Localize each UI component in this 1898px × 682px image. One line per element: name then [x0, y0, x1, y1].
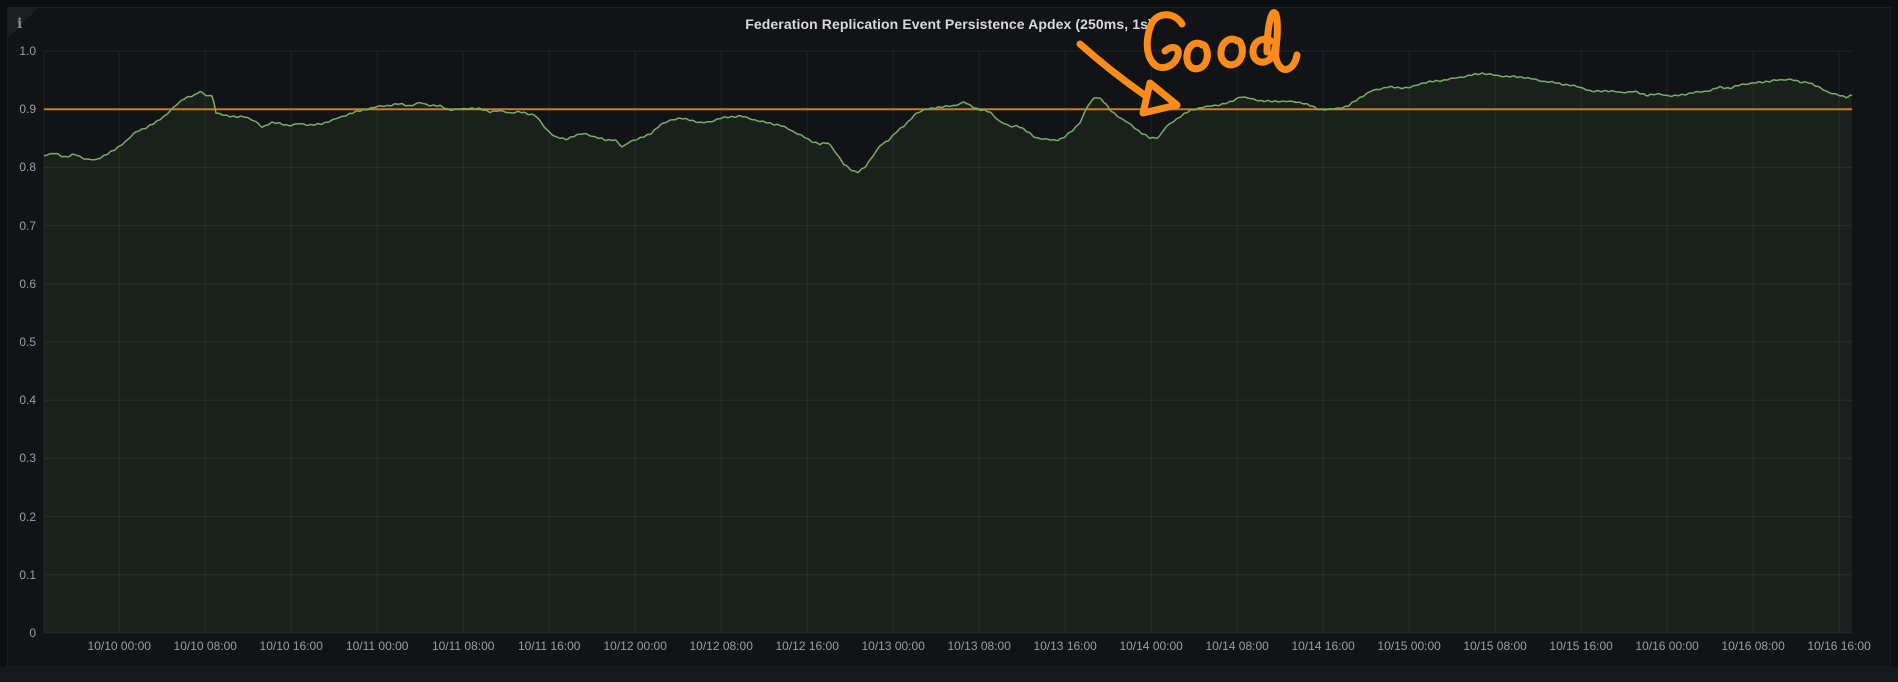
y-tick-label: 0.1: [0, 568, 36, 582]
timeseries-chart[interactable]: [0, 0, 1898, 682]
y-tick-label: 0.2: [0, 510, 36, 524]
y-tick-label: 0.6: [0, 277, 36, 291]
y-tick-label: 0.8: [0, 160, 36, 174]
y-tick-label: 0: [0, 626, 36, 640]
y-tick-label: 0.5: [0, 335, 36, 349]
x-tick-label: 10/16 16:00: [1784, 639, 1894, 653]
y-tick-label: 1.0: [0, 44, 36, 58]
y-tick-label: 0.4: [0, 393, 36, 407]
y-tick-label: 0.9: [0, 102, 36, 116]
y-tick-label: 0.7: [0, 219, 36, 233]
apdex-series-fill: [44, 73, 1852, 633]
adjacent-panel-edge: [0, 667, 1898, 682]
y-tick-label: 0.3: [0, 451, 36, 465]
